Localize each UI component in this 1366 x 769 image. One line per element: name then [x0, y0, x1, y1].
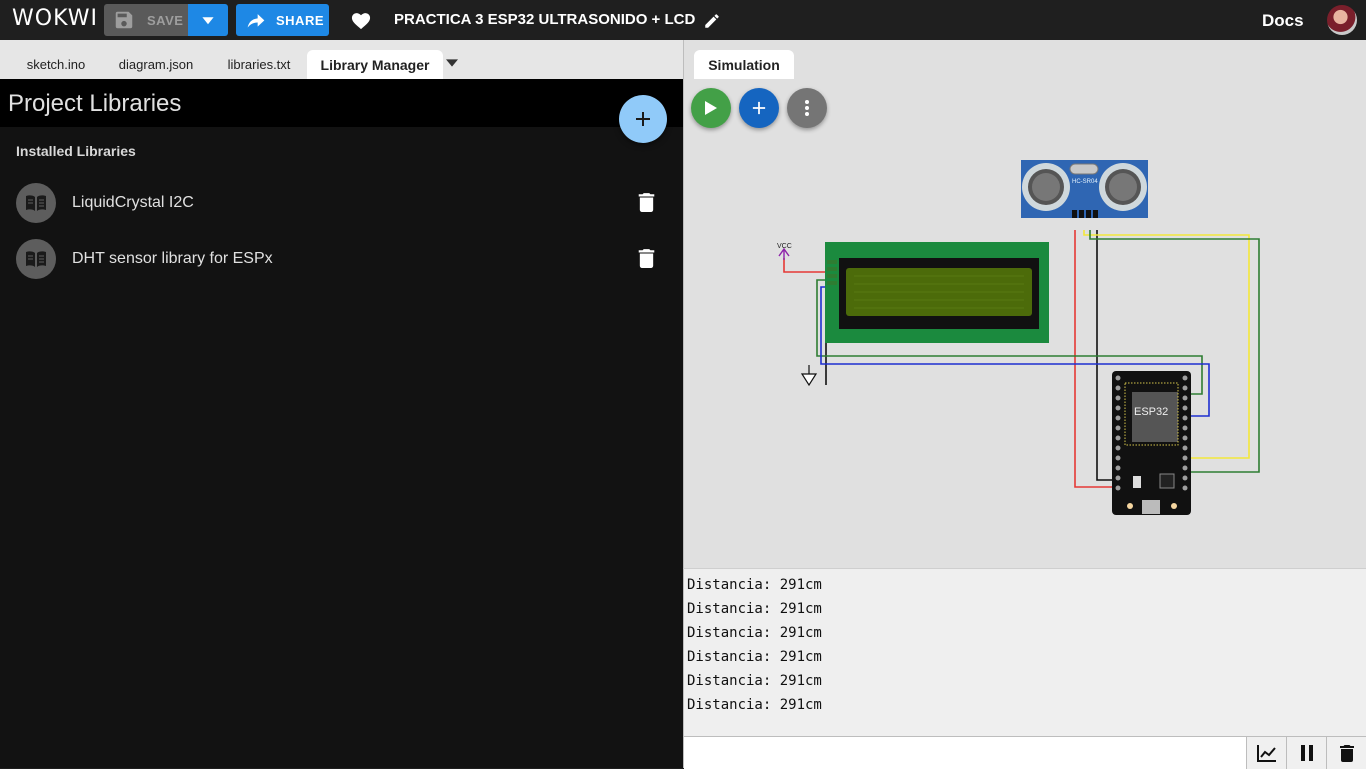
plotter-button[interactable] [1246, 737, 1286, 769]
esp32-label: ESP32 [1134, 406, 1168, 418]
editor-panel: sketch.ino diagram.json libraries.txt Li… [0, 40, 683, 768]
sensor-label: HC-SR04 [1072, 179, 1098, 185]
share-button[interactable]: SHARE [236, 4, 329, 36]
serial-input[interactable] [684, 737, 1246, 769]
serial-line: Distancia: 291cm [687, 649, 822, 665]
tab-libraries-txt[interactable]: libraries.txt [214, 50, 304, 79]
save-dropdown-button[interactable] [188, 4, 228, 36]
plus-icon [636, 112, 650, 126]
top-bar: WOKWI SAVE SHARE PRACTICA 3 ESP32 ULTRAS… [0, 0, 1366, 40]
caret-down-icon [202, 17, 214, 25]
wokwi-logo[interactable]: WOKWI [12, 6, 98, 31]
project-title: PRACTICA 3 ESP32 ULTRASONIDO + LCD [394, 11, 696, 28]
ultrasonic-sensor-hc-sr04: HC-SR04 [1021, 160, 1148, 218]
pause-button[interactable] [1286, 737, 1326, 769]
serial-line: Distancia: 291cm [687, 601, 822, 617]
vcc-label: VCC [777, 243, 792, 250]
add-library-button[interactable] [619, 95, 667, 143]
tab-diagram-json[interactable]: diagram.json [106, 50, 206, 79]
book-icon [16, 183, 56, 223]
serial-line: Distancia: 291cm [687, 673, 822, 689]
trash-icon [1339, 745, 1354, 762]
save-label: SAVE [147, 12, 184, 28]
tab-library-manager[interactable]: Library Manager [307, 50, 443, 79]
share-label: SHARE [276, 12, 325, 28]
library-manager-header: Project Libraries [0, 79, 683, 127]
docs-link[interactable]: Docs [1262, 11, 1304, 31]
serial-line: Distancia: 291cm [687, 625, 822, 641]
circuit-canvas[interactable]: VCC HC-SR04 ESP32 [684, 40, 1366, 568]
edit-pencil-icon[interactable] [703, 12, 721, 30]
save-group: SAVE [104, 4, 228, 36]
library-name: LiquidCrystal I2C [72, 194, 194, 211]
delete-trash-icon[interactable] [638, 192, 655, 212]
book-icon [16, 239, 56, 279]
floppy-disk-icon [115, 11, 133, 29]
serial-monitor: Distancia: 291cm Distancia: 291cm Distan… [683, 568, 1366, 736]
esp32-devkit: ESP32 [1112, 371, 1191, 515]
save-button[interactable]: SAVE [104, 4, 188, 36]
editor-tabs: sketch.ino diagram.json libraries.txt Li… [0, 40, 683, 79]
delete-trash-icon[interactable] [638, 248, 655, 268]
tab-sketch-ino[interactable]: sketch.ino [12, 50, 100, 79]
share-arrow-icon [247, 14, 265, 28]
chart-line-icon [1256, 745, 1276, 762]
gnd-symbol [800, 373, 818, 387]
installed-libraries-heading: Installed Libraries [16, 143, 136, 159]
library-manager-title: Project Libraries [8, 90, 182, 117]
clear-serial-button[interactable] [1326, 737, 1366, 769]
library-item: DHT sensor library for ESPx [0, 231, 683, 287]
lcd-1602 [825, 242, 1049, 343]
library-name: DHT sensor library for ESPx [72, 250, 273, 267]
serial-line: Distancia: 291cm [687, 697, 822, 713]
simulation-panel: Simulation VCC HC-SR04 ESP32 [683, 40, 1366, 568]
vcc-symbol: VCC [777, 243, 792, 260]
serial-line: Distancia: 291cm [687, 577, 822, 593]
library-item: LiquidCrystal I2C [0, 175, 683, 231]
user-avatar[interactable] [1327, 5, 1357, 35]
heart-icon[interactable] [350, 10, 372, 30]
serial-input-bar [683, 736, 1366, 769]
tabs-menu-caret-icon[interactable] [446, 59, 458, 67]
pause-icon [1300, 745, 1313, 761]
